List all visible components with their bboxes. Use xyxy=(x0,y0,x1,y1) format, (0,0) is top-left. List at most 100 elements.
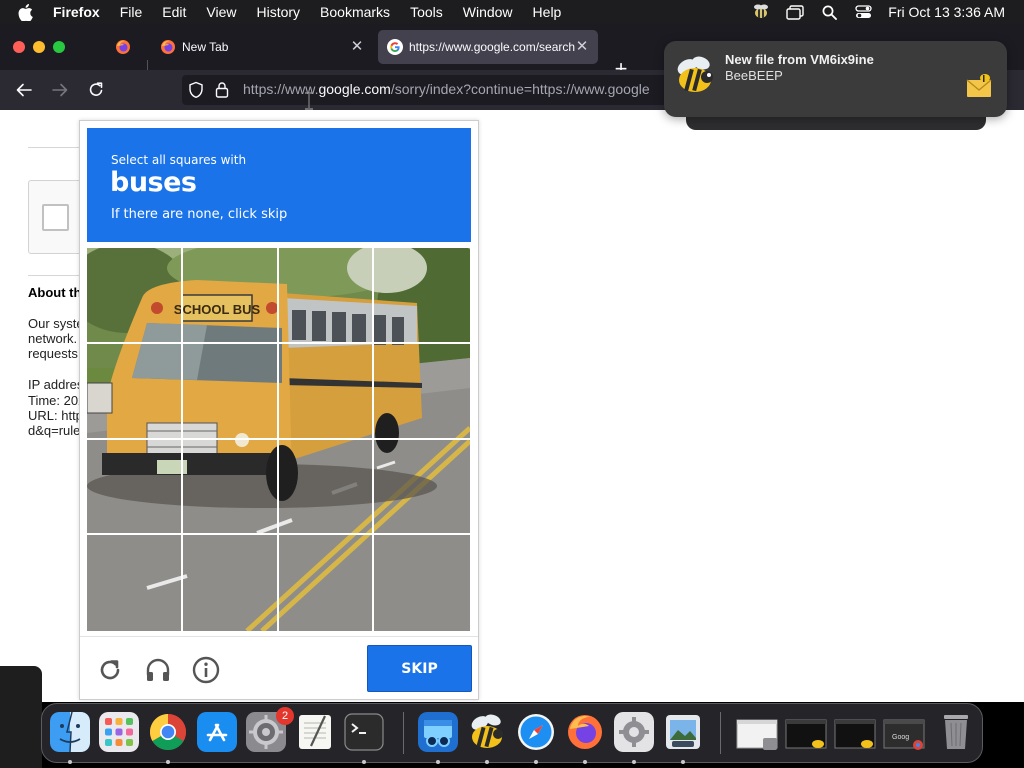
menu-help[interactable]: Help xyxy=(533,4,562,20)
trash-icon[interactable] xyxy=(936,712,976,752)
lock-icon[interactable] xyxy=(215,81,229,104)
utility-gear-icon[interactable] xyxy=(614,712,654,752)
challenge-tile-r2-c1[interactable] xyxy=(87,343,183,440)
challenge-tile-r4-c2[interactable] xyxy=(183,535,279,631)
preview-icon[interactable] xyxy=(663,712,703,752)
spotlight-icon[interactable] xyxy=(818,3,840,21)
window-minimize-button[interactable] xyxy=(33,41,45,53)
challenge-target-word: buses xyxy=(110,167,197,198)
firefox-icon xyxy=(115,39,131,55)
finder-icon[interactable] xyxy=(50,712,90,752)
challenge-tiles xyxy=(87,248,470,631)
terminal-icon[interactable] xyxy=(344,712,384,752)
dock-separator xyxy=(720,712,721,754)
running-indicator xyxy=(681,760,685,764)
close-tab-icon[interactable]: ✕ xyxy=(574,39,590,55)
apple-menu-icon[interactable] xyxy=(18,3,34,21)
minimized-window-thumbnail[interactable] xyxy=(735,712,779,752)
challenge-tile-r4-c1[interactable] xyxy=(87,535,183,631)
challenge-tile-r4-c4[interactable] xyxy=(374,535,470,631)
tab-google-search[interactable]: https://www.google.com/search ✕ xyxy=(378,30,598,64)
google-icon xyxy=(387,39,403,55)
tab-new-tab[interactable]: New Tab ✕ xyxy=(151,30,373,64)
challenge-tile-r1-c3[interactable] xyxy=(278,248,375,344)
menu-edit[interactable]: Edit xyxy=(162,4,186,20)
running-indicator xyxy=(583,760,587,764)
tab-pinned-firefox[interactable] xyxy=(106,30,146,64)
firefox-icon[interactable] xyxy=(565,712,605,752)
running-indicator xyxy=(534,760,538,764)
menu-app-name[interactable]: Firefox xyxy=(53,4,100,20)
system-preferences-icon[interactable]: 2 xyxy=(246,707,294,752)
running-indicator xyxy=(436,760,440,764)
info-icon[interactable] xyxy=(191,655,221,685)
about-heading: About th xyxy=(28,285,82,300)
safari-icon[interactable] xyxy=(516,712,556,752)
recaptcha-checkbox[interactable] xyxy=(42,204,69,231)
window-close-button[interactable] xyxy=(13,41,25,53)
minimized-window-thumbnail[interactable] xyxy=(833,712,877,752)
reload-challenge-icon[interactable] xyxy=(95,655,125,685)
menu-bookmarks[interactable]: Bookmarks xyxy=(320,4,390,20)
window-zoom-button[interactable] xyxy=(53,41,65,53)
notification-title: New file from VM6ix9ine xyxy=(725,52,874,67)
dock: 2 Goog xyxy=(41,703,983,764)
app-store-icon[interactable] xyxy=(197,712,237,752)
audio-challenge-icon[interactable] xyxy=(143,655,173,685)
tracking-protection-shield-icon[interactable] xyxy=(188,81,204,104)
menubar-clock[interactable]: Fri Oct 13 3:36 AM xyxy=(888,4,1005,20)
challenge-header: Select all squares with buses If there a… xyxy=(87,128,471,242)
notification-body: BeeBEEP xyxy=(725,68,783,83)
beebeep-icon[interactable] xyxy=(750,3,772,21)
challenge-tile-r3-c2[interactable] xyxy=(182,439,279,536)
challenge-tile-r2-c3[interactable] xyxy=(278,343,375,440)
firefox-icon xyxy=(160,39,176,55)
skip-button[interactable]: SKIP xyxy=(367,645,472,692)
screen-mirroring-icon[interactable] xyxy=(784,3,806,21)
textedit-icon[interactable] xyxy=(295,712,335,752)
running-indicator xyxy=(632,760,636,764)
challenge-tile-r1-c4[interactable] xyxy=(374,248,470,344)
background-window[interactable] xyxy=(0,666,42,768)
page-text-line: requests xyxy=(28,346,78,361)
menu-bar: Firefox File Edit View History Bookmarks… xyxy=(0,0,1024,24)
challenge-tile-r2-c4[interactable] xyxy=(374,344,470,440)
challenge-tile-r2-c2[interactable] xyxy=(182,343,279,440)
challenge-subtext: If there are none, click skip xyxy=(111,207,288,222)
close-tab-icon[interactable]: ✕ xyxy=(349,39,365,55)
challenge-tile-r3-c1[interactable] xyxy=(87,439,183,536)
notification-banner[interactable]: New file from VM6ix9ine BeeBEEP xyxy=(664,41,1007,117)
minimized-window-thumbnail[interactable]: Goog xyxy=(882,712,926,752)
challenge-tile-r4-c3[interactable] xyxy=(279,535,375,631)
launchpad-icon[interactable] xyxy=(99,712,139,752)
reload-button[interactable] xyxy=(85,80,107,100)
notification-badge: 2 xyxy=(276,707,294,725)
chrome-icon[interactable] xyxy=(148,712,188,752)
challenge-tile-r1-c2[interactable] xyxy=(182,248,279,344)
challenge-instruction: Select all squares with xyxy=(111,153,247,167)
thumbnail-label: Goog xyxy=(892,734,910,741)
text-cursor-icon xyxy=(305,92,313,110)
menu-tools[interactable]: Tools xyxy=(410,4,443,20)
minimized-window-thumbnail[interactable] xyxy=(784,712,828,752)
running-indicator xyxy=(68,760,72,764)
menu-window[interactable]: Window xyxy=(463,4,513,20)
challenge-tile-r3-c4[interactable] xyxy=(374,440,470,536)
page-text-line[interactable]: URL: http xyxy=(28,408,83,423)
challenge-tile-r1-c1[interactable] xyxy=(87,248,183,344)
back-button[interactable] xyxy=(13,80,35,100)
page-text-line[interactable]: d&q=rule xyxy=(28,423,80,438)
tab-label: New Tab xyxy=(182,40,229,54)
menu-file[interactable]: File xyxy=(120,4,143,20)
page-text-line: Time: 202 xyxy=(28,393,86,408)
screens-app-icon[interactable] xyxy=(418,712,458,752)
beebeep-icon[interactable] xyxy=(467,712,507,752)
challenge-tile-r3-c3[interactable] xyxy=(278,439,375,536)
url-bar[interactable]: https://www.google.com/sorry/index?conti… xyxy=(182,75,682,105)
menu-history[interactable]: History xyxy=(256,4,300,20)
running-indicator xyxy=(362,760,366,764)
control-center-icon[interactable] xyxy=(852,3,874,21)
url-host: google.com xyxy=(318,81,391,97)
menu-view[interactable]: View xyxy=(206,4,236,20)
forward-button[interactable] xyxy=(49,80,71,100)
